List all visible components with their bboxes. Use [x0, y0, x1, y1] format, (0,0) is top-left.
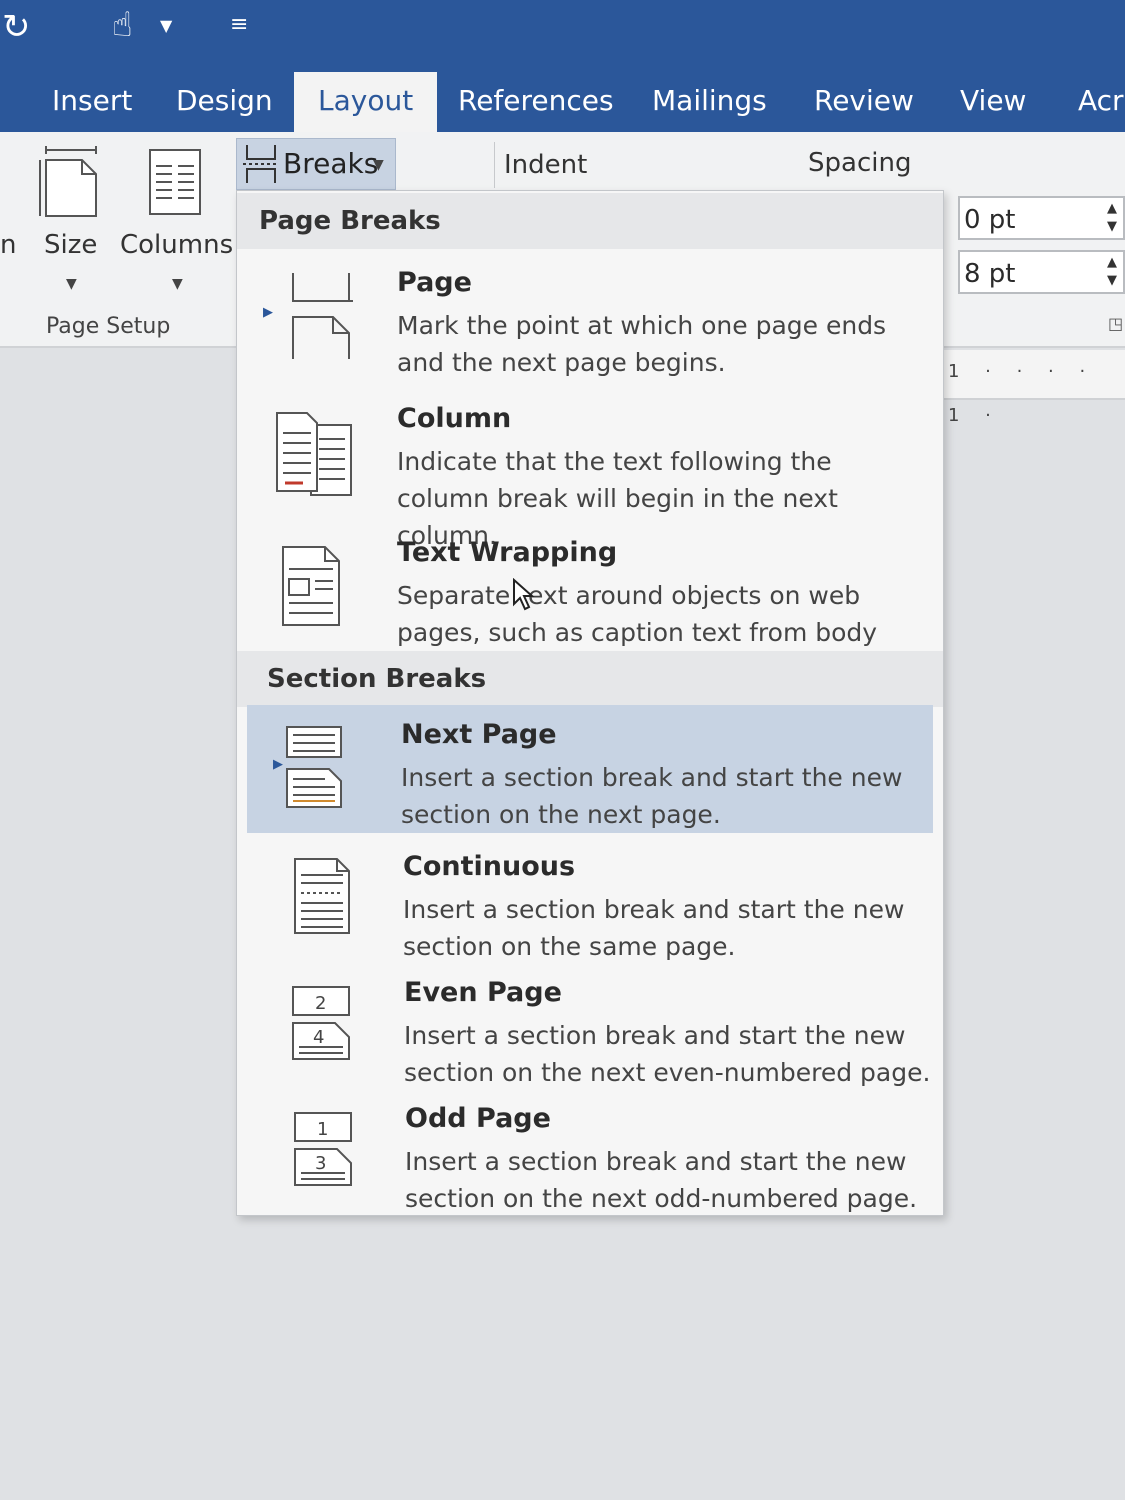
columns-icon[interactable] [148, 148, 202, 216]
tab-insert[interactable]: Insert [48, 72, 136, 132]
breaks-icon [243, 145, 279, 183]
paragraph-dialog-launcher-icon[interactable]: ◳ [1108, 314, 1123, 333]
quick-access-toolbar: ↻ ☝ ▼ ≡ [0, 0, 1125, 60]
menu-item-description: Insert a section break and start the new… [403, 895, 905, 961]
breaks-label: Breaks [283, 147, 379, 180]
menu-item-description: Insert a section break and start the new… [401, 763, 903, 829]
menu-item-title: Even Page [404, 977, 562, 1008]
columns-caret-icon[interactable]: ▼ [172, 276, 183, 292]
menu-item-title: Odd Page [405, 1103, 551, 1134]
section-breaks-header: Section Breaks [237, 651, 943, 707]
menu-item-description: Mark the point at which one page ends an… [397, 311, 887, 377]
menu-item-text-wrapping[interactable]: Text Wrapping Separate text around objec… [247, 523, 933, 684]
next-page-break-icon [286, 726, 342, 808]
even-icon-bottom-number: 4 [313, 1027, 324, 1048]
menu-item-continuous[interactable]: Continuous Insert a section break and st… [247, 837, 933, 963]
size-label[interactable]: Size [44, 230, 97, 260]
menu-item-description: Insert a section break and start the new… [405, 1147, 918, 1213]
even-page-break-icon: 2 4 [292, 986, 350, 1060]
spacing-after-value: 8 pt [964, 259, 1016, 289]
spacing-label: Spacing [808, 148, 912, 178]
page-breaks-header: Page Breaks [237, 193, 943, 249]
menu-item-next-page[interactable]: ▶ Next Page Insert a section break and s… [247, 705, 933, 833]
columns-label[interactable]: Columns [120, 230, 233, 260]
menu-item-title: Next Page [401, 719, 557, 750]
size-caret-icon[interactable]: ▼ [66, 276, 77, 292]
tab-acrobat[interactable]: Acr [1074, 72, 1125, 132]
menu-item-title: Continuous [403, 851, 576, 882]
continuous-break-icon [294, 858, 350, 934]
spinner-arrows-icon[interactable]: ▲ ▼ [1107, 200, 1117, 236]
menu-item-title: Page [397, 267, 472, 298]
redo-icon[interactable]: ↻ [2, 10, 31, 44]
spacing-after-field[interactable]: 8 pt ▲ ▼ [958, 250, 1125, 294]
tab-design[interactable]: Design [172, 72, 277, 132]
page-break-icon [292, 273, 353, 359]
tab-review[interactable]: Review [810, 72, 918, 132]
column-break-icon [276, 412, 352, 496]
tab-view[interactable]: View [956, 72, 1030, 132]
text-wrapping-icon [282, 546, 340, 626]
dropdown-caret-icon[interactable]: ▼ [160, 18, 172, 34]
page-setup-group-label: Page Setup [46, 314, 171, 339]
even-icon-top-number: 2 [315, 993, 326, 1014]
mouse-cursor-icon [513, 578, 535, 611]
ribbon-tabs: Insert Design Layout References Mailings… [0, 60, 1125, 132]
menu-item-odd-page[interactable]: 1 3 Odd Page Insert a section break and … [247, 1089, 933, 1213]
horizontal-ruler[interactable]: 1 · · · · 1 · [942, 350, 1125, 426]
tab-layout[interactable]: Layout [294, 72, 438, 132]
breaks-caret-icon: ▼ [373, 157, 384, 173]
menu-item-even-page[interactable]: 2 4 Even Page Insert a section break and… [247, 963, 933, 1089]
submenu-arrow-icon: ▶ [273, 757, 283, 772]
tab-mailings[interactable]: Mailings [648, 72, 771, 132]
orientation-label-partial[interactable]: n [0, 230, 16, 260]
spacing-before-field[interactable]: 0 pt ▲ ▼ [958, 196, 1125, 240]
odd-page-break-icon: 1 3 [294, 1112, 352, 1186]
spinner-arrows-icon[interactable]: ▲ ▼ [1107, 254, 1117, 290]
odd-icon-bottom-number: 3 [315, 1153, 326, 1174]
indent-label: Indent [504, 150, 588, 180]
menu-item-page-break[interactable]: ▶ Page Mark the point at which one page … [247, 253, 933, 383]
ribbon-divider [494, 142, 495, 188]
menu-item-title: Column [397, 403, 512, 434]
breaks-button[interactable]: Breaks ▼ [236, 138, 396, 190]
menu-item-column-break[interactable]: Column Indicate that the text following … [247, 389, 933, 550]
touch-mode-icon[interactable]: ☝ [112, 8, 133, 42]
submenu-arrow-icon: ▶ [263, 305, 273, 320]
size-icon[interactable] [36, 146, 102, 220]
odd-icon-top-number: 1 [317, 1119, 328, 1140]
breaks-dropdown-menu: Page Breaks ▶ Page Mark the point at whi… [236, 190, 944, 1216]
customize-toolbar-icon[interactable]: ≡ [230, 14, 248, 36]
spacing-before-value: 0 pt [964, 205, 1016, 235]
tab-references[interactable]: References [454, 72, 618, 132]
menu-item-title: Text Wrapping [397, 537, 618, 568]
menu-item-description: Insert a section break and start the new… [404, 1021, 931, 1087]
